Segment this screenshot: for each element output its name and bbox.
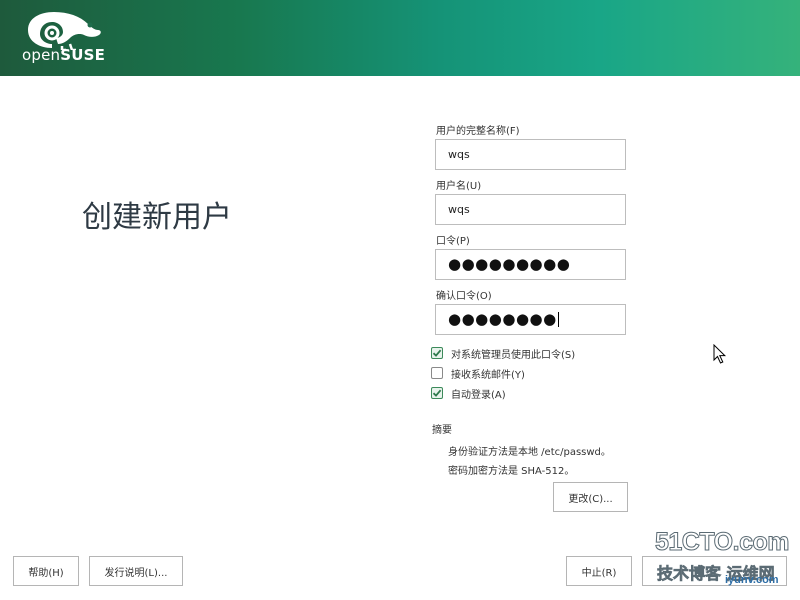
watermark-51cto: 51CTO.com [655,528,790,557]
change-button[interactable]: 更改(C)... [553,482,628,512]
header-banner: openSUSE [0,0,800,76]
auto-login-label: 自动登录(A) [451,389,506,401]
admin-password-checkbox[interactable] [431,347,443,359]
watermark: 51CTO.com 技术博客 运维网 iyunv.com [655,528,790,588]
auth-method-text: 身份验证方法是本地 /etc/passwd。 [448,447,611,458]
use-password-for-admin-option[interactable]: 对系统管理员使用此口令(S) [431,345,575,361]
release-notes-button[interactable]: 发行说明(L)... [89,556,183,586]
username-field[interactable]: wqs [435,194,626,225]
mouse-pointer-icon [713,344,727,364]
confirm-password-label: 确认口令(O) [436,291,492,302]
password-value: ●●●●●●●●● [448,255,571,273]
checkmark-icon [432,349,442,357]
opensuse-wordmark: openSUSE [22,46,106,64]
confirm-password-field[interactable]: ●●●●●●●● [435,304,626,335]
checkmark-icon [432,389,442,397]
watermark-site: iyunv.com [725,574,779,586]
full-name-field[interactable]: wqs [435,139,626,170]
username-label: 用户名(U) [436,181,482,192]
auto-login-checkbox[interactable] [431,387,443,399]
help-button[interactable]: 帮助(H) [13,556,79,586]
password-field[interactable]: ●●●●●●●●● [435,249,626,280]
abort-button[interactable]: 中止(R) [566,556,632,586]
system-mail-label: 接收系统邮件(Y) [451,369,525,381]
receive-system-mail-option[interactable]: 接收系统邮件(Y) [431,365,525,381]
confirm-password-value: ●●●●●●●● [448,310,557,328]
system-mail-checkbox[interactable] [431,367,443,379]
text-caret [557,312,559,327]
encryption-method-text: 密码加密方法是 SHA-512。 [448,466,575,477]
admin-password-label: 对系统管理员使用此口令(S) [451,349,576,361]
summary-heading: 摘要 [432,425,452,436]
password-label: 口令(P) [436,236,470,247]
full-name-label: 用户的完整名称(F) [436,126,520,137]
auto-login-option[interactable]: 自动登录(A) [431,385,506,401]
page-title: 创建新用户 [82,200,232,235]
